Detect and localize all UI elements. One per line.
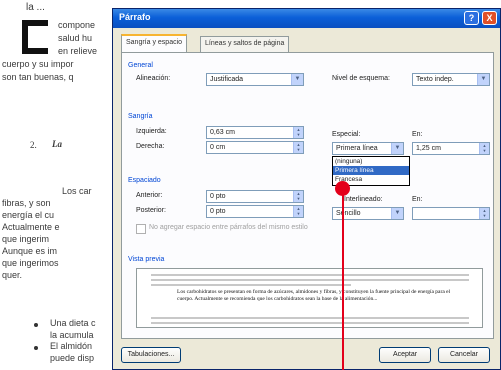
doc-line: son tan buenas, q	[2, 72, 74, 82]
help-icon[interactable]: ?	[464, 11, 479, 25]
bullet-icon	[34, 346, 38, 350]
cancel-button[interactable]: Cancelar	[438, 347, 490, 363]
line-spacing-label: Interlineado:	[344, 196, 383, 203]
preview-placeholder-line	[151, 284, 351, 286]
doc-bullet-line: Una dieta c	[50, 318, 96, 328]
doc-line: energía el cu	[2, 210, 55, 220]
doc-line: quer.	[2, 270, 23, 280]
spacing-before-label: Anterior:	[136, 192, 163, 199]
indent-right-value: 0 cm	[210, 144, 226, 151]
doc-line: que ingerim	[2, 234, 50, 244]
doc-line: en relieve	[58, 46, 98, 56]
spinner-arrows-icon[interactable]: ▲ ▼	[293, 127, 303, 138]
indent-left-value: 0,63 cm	[210, 129, 235, 136]
indent-by-value: 1,25 cm	[416, 145, 441, 152]
preview-text: Los carbohidratos se presentan en forma …	[177, 289, 451, 302]
indent-right-label: Derecha:	[136, 143, 165, 150]
preview-placeholder-line	[151, 322, 469, 324]
special-select[interactable]: Primera línea ▼	[332, 142, 404, 155]
section-heading: La	[52, 139, 62, 149]
doc-line: Aunque es im	[2, 246, 58, 256]
spacing-after-value: 0 pto	[210, 208, 226, 215]
annotation-pointer-dot	[335, 181, 350, 196]
alignment-label: Alineación:	[136, 75, 171, 82]
group-preview-label: Vista previa	[128, 256, 165, 263]
doc-line: fibras, y son	[2, 198, 51, 208]
dropdown-option[interactable]: (ninguna)	[333, 157, 409, 166]
special-label: Especial:	[332, 131, 361, 138]
doc-line: cuerpo y su impor	[2, 59, 74, 69]
special-value: Primera línea	[336, 145, 378, 152]
drop-cap-letter	[22, 20, 48, 54]
doc-top-fragment: la ...	[26, 2, 45, 13]
dialog-title: Párrafo	[119, 12, 151, 22]
dropdown-option-selected[interactable]: Primera línea	[333, 166, 409, 175]
group-indent-label: Sangría	[128, 113, 153, 120]
chevron-down-icon[interactable]: ▼	[391, 208, 403, 219]
indent-left-label: Izquierda:	[136, 128, 167, 135]
annotation-pointer-line	[342, 189, 344, 370]
preview-placeholder-line	[151, 317, 469, 319]
no-space-same-style-label: No agregar espacio entre párrafos del mi…	[149, 224, 308, 231]
tab-panel: General Alineación: Justificada ▼ Nivel …	[121, 52, 494, 339]
chevron-down-icon[interactable]: ▼	[477, 74, 489, 85]
tabs-button[interactable]: Tabulaciones...	[121, 347, 181, 363]
doc-bullet-line: puede disp	[50, 353, 95, 363]
group-general-label: General	[128, 62, 153, 69]
accept-button[interactable]: Aceptar	[379, 347, 431, 363]
line-spacing-at-spinner[interactable]: ▲ ▼	[412, 207, 490, 220]
outline-level-value: Texto indep.	[416, 76, 454, 83]
doc-line: Actualmente e	[2, 222, 60, 232]
spinner-arrows-icon[interactable]: ▲ ▼	[293, 206, 303, 217]
doc-bullet-line: El almidón	[50, 341, 93, 351]
doc-line: Los car	[62, 186, 92, 196]
preview-placeholder-line	[151, 279, 469, 281]
indent-by-label: En:	[412, 131, 423, 138]
doc-line: que ingerimos	[2, 258, 59, 268]
group-spacing-label: Espaciado	[128, 177, 161, 184]
alignment-value: Justificada	[210, 76, 244, 83]
spinner-arrows-icon[interactable]: ▲ ▼	[293, 142, 303, 153]
tab-indent-spacing[interactable]: Sangría y espacio	[121, 34, 188, 52]
section-number: 2.	[30, 140, 37, 150]
spinner-arrows-icon[interactable]: ▲ ▼	[479, 208, 489, 219]
spacing-before-value: 0 pto	[210, 193, 226, 200]
line-spacing-at-label: En:	[412, 196, 423, 203]
doc-line: salud hu	[58, 33, 93, 43]
spinner-arrows-icon[interactable]: ▲ ▼	[479, 143, 489, 154]
indent-by-spinner[interactable]: 1,25 cm ▲ ▼	[412, 142, 490, 155]
indent-right-spinner[interactable]: 0 cm ▲ ▼	[206, 141, 304, 154]
doc-line: compone	[58, 20, 96, 30]
outline-level-select[interactable]: Texto indep. ▼	[412, 73, 490, 86]
spinner-arrows-icon[interactable]: ▲ ▼	[293, 191, 303, 202]
spacing-after-spinner[interactable]: 0 pto ▲ ▼	[206, 205, 304, 218]
no-space-same-style-checkbox[interactable]	[136, 224, 146, 234]
bullet-icon	[34, 323, 38, 327]
line-spacing-value: Sencillo	[336, 210, 361, 217]
spacing-before-spinner[interactable]: 0 pto ▲ ▼	[206, 190, 304, 203]
doc-bullet-line: la acumula	[50, 330, 94, 340]
indent-left-spinner[interactable]: 0,63 cm ▲ ▼	[206, 126, 304, 139]
chevron-down-icon[interactable]: ▼	[391, 143, 403, 154]
paragraph-dialog: Párrafo ? X Sangría y espacio Líneas y s…	[112, 8, 501, 370]
preview-placeholder-line	[151, 274, 469, 276]
spacing-after-label: Posterior:	[136, 207, 166, 214]
close-icon[interactable]: X	[482, 11, 497, 25]
tab-line-page-breaks[interactable]: Líneas y saltos de página	[200, 36, 290, 52]
outline-level-label: Nivel de esquema:	[332, 75, 390, 82]
chevron-down-icon[interactable]: ▼	[291, 74, 303, 85]
paragraph-preview: Los carbohidratos se presentan en forma …	[136, 268, 483, 328]
alignment-select[interactable]: Justificada ▼	[206, 73, 304, 86]
dialog-titlebar[interactable]: Párrafo ? X	[113, 9, 500, 28]
